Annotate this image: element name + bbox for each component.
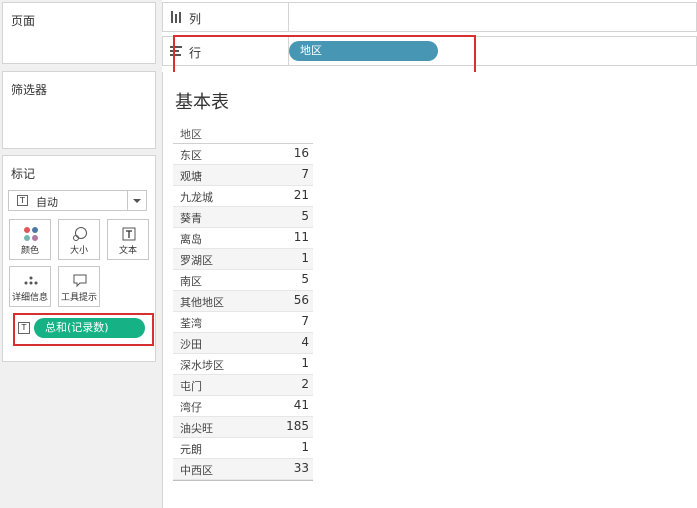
- tooltip-button-label: 工具提示: [60, 293, 97, 303]
- row-value[interactable]: 41: [294, 398, 309, 412]
- table-row[interactable]: 葵青 5: [173, 207, 313, 228]
- row-value[interactable]: 1: [301, 356, 309, 370]
- color-dots-icon: [24, 227, 38, 241]
- row-label[interactable]: 油尖旺: [180, 420, 213, 436]
- mark-type-dropdown[interactable]: T 自动: [8, 190, 147, 211]
- table-body: 东区 16 观塘 7 九龙城 21 葵青 5 离岛 11 罗湖区 1 南区 5 其他地区 56 荃湾 7 沙田 4 深水…: [173, 144, 313, 480]
- table-row[interactable]: 东区 16: [173, 144, 313, 165]
- row-value[interactable]: 185: [286, 419, 309, 433]
- row-label[interactable]: 葵青: [180, 210, 202, 226]
- detail-icon: [24, 276, 38, 285]
- view-area[interactable]: 基本表 地区 东区 16 观塘 7 九龙城 21 葵青 5 离岛 11 罗湖区 1 南区 5 其他地区 56 荃…: [162, 72, 697, 508]
- row-label[interactable]: 沙田: [180, 336, 202, 352]
- row-value[interactable]: 4: [301, 335, 309, 349]
- table-header-region[interactable]: 地区: [173, 126, 313, 144]
- row-label[interactable]: 元朗: [180, 441, 202, 457]
- table-row[interactable]: 中西区 33: [173, 459, 313, 480]
- size-button[interactable]: 大小: [58, 219, 100, 260]
- columns-shelf[interactable]: 列: [162, 2, 697, 32]
- marks-pill-highlight: [13, 313, 154, 346]
- table-row[interactable]: 湾仔 41: [173, 396, 313, 417]
- pages-title: 页面: [11, 14, 36, 28]
- row-label[interactable]: 屯门: [180, 378, 202, 394]
- tooltip-button[interactable]: 工具提示: [58, 266, 100, 307]
- mark-type-value: 自动: [36, 196, 58, 209]
- row-label[interactable]: 南区: [180, 273, 202, 289]
- size-icon: [73, 227, 87, 241]
- row-value[interactable]: 1: [301, 251, 309, 265]
- table-row[interactable]: 深水埗区 1: [173, 354, 313, 375]
- row-label[interactable]: 中西区: [180, 462, 213, 478]
- row-label[interactable]: 东区: [180, 147, 202, 163]
- rows-shelf-highlight: [173, 35, 476, 74]
- table-row[interactable]: 油尖旺 185: [173, 417, 313, 438]
- text-button-label: 文本: [118, 246, 137, 256]
- sheet-title: 基本表: [175, 92, 229, 113]
- detail-button-label: 详细信息: [11, 293, 48, 303]
- table-row[interactable]: 罗湖区 1: [173, 249, 313, 270]
- table-row[interactable]: 元朗 1: [173, 438, 313, 459]
- row-label[interactable]: 荃湾: [180, 315, 202, 331]
- row-label[interactable]: 九龙城: [180, 189, 213, 205]
- row-label[interactable]: 湾仔: [180, 399, 202, 415]
- columns-shelf-label: 列: [189, 12, 202, 26]
- row-value[interactable]: 11: [294, 230, 309, 244]
- row-label[interactable]: 其他地区: [180, 294, 224, 310]
- table-row[interactable]: 离岛 11: [173, 228, 313, 249]
- row-value[interactable]: 21: [294, 188, 309, 202]
- color-button-label: 颜色: [20, 246, 39, 256]
- row-value[interactable]: 56: [294, 293, 309, 307]
- tooltip-icon: [73, 274, 87, 288]
- table-row[interactable]: 观塘 7: [173, 165, 313, 186]
- color-button[interactable]: 颜色: [9, 219, 51, 260]
- row-value[interactable]: 5: [301, 209, 309, 223]
- row-value[interactable]: 7: [301, 314, 309, 328]
- row-value[interactable]: 33: [294, 461, 309, 475]
- data-table: 地区 东区 16 观塘 7 九龙城 21 葵青 5 离岛 11 罗湖区 1 南区 5 其他地区 56 荃湾 7 沙田…: [173, 126, 313, 481]
- row-value[interactable]: 7: [301, 167, 309, 181]
- table-row[interactable]: 南区 5: [173, 270, 313, 291]
- marks-title: 标记: [11, 167, 36, 181]
- row-label[interactable]: 离岛: [180, 231, 202, 247]
- text-mark-icon: T: [17, 195, 28, 206]
- table-footer-line: [173, 480, 313, 481]
- row-label[interactable]: 深水埗区: [180, 357, 224, 373]
- chevron-down-icon[interactable]: [127, 191, 146, 210]
- columns-icon: [171, 11, 181, 23]
- text-button[interactable]: 文本: [107, 219, 149, 260]
- columns-shelf-divider: [288, 3, 289, 31]
- size-button-label: 大小: [69, 246, 88, 256]
- pages-panel[interactable]: 页面: [2, 2, 156, 64]
- table-row[interactable]: 荃湾 7: [173, 312, 313, 333]
- row-label[interactable]: 观塘: [180, 168, 202, 184]
- detail-button[interactable]: 详细信息: [9, 266, 51, 307]
- row-label[interactable]: 罗湖区: [180, 252, 213, 268]
- row-value[interactable]: 1: [301, 440, 309, 454]
- table-row[interactable]: 屯门 2: [173, 375, 313, 396]
- table-row[interactable]: 九龙城 21: [173, 186, 313, 207]
- table-row[interactable]: 其他地区 56: [173, 291, 313, 312]
- table-row[interactable]: 沙田 4: [173, 333, 313, 354]
- row-value[interactable]: 16: [294, 146, 309, 160]
- filters-title: 筛选器: [11, 83, 48, 97]
- text-icon: [122, 227, 136, 241]
- row-value[interactable]: 2: [301, 377, 309, 391]
- row-value[interactable]: 5: [301, 272, 309, 286]
- filters-panel[interactable]: 筛选器: [2, 71, 156, 149]
